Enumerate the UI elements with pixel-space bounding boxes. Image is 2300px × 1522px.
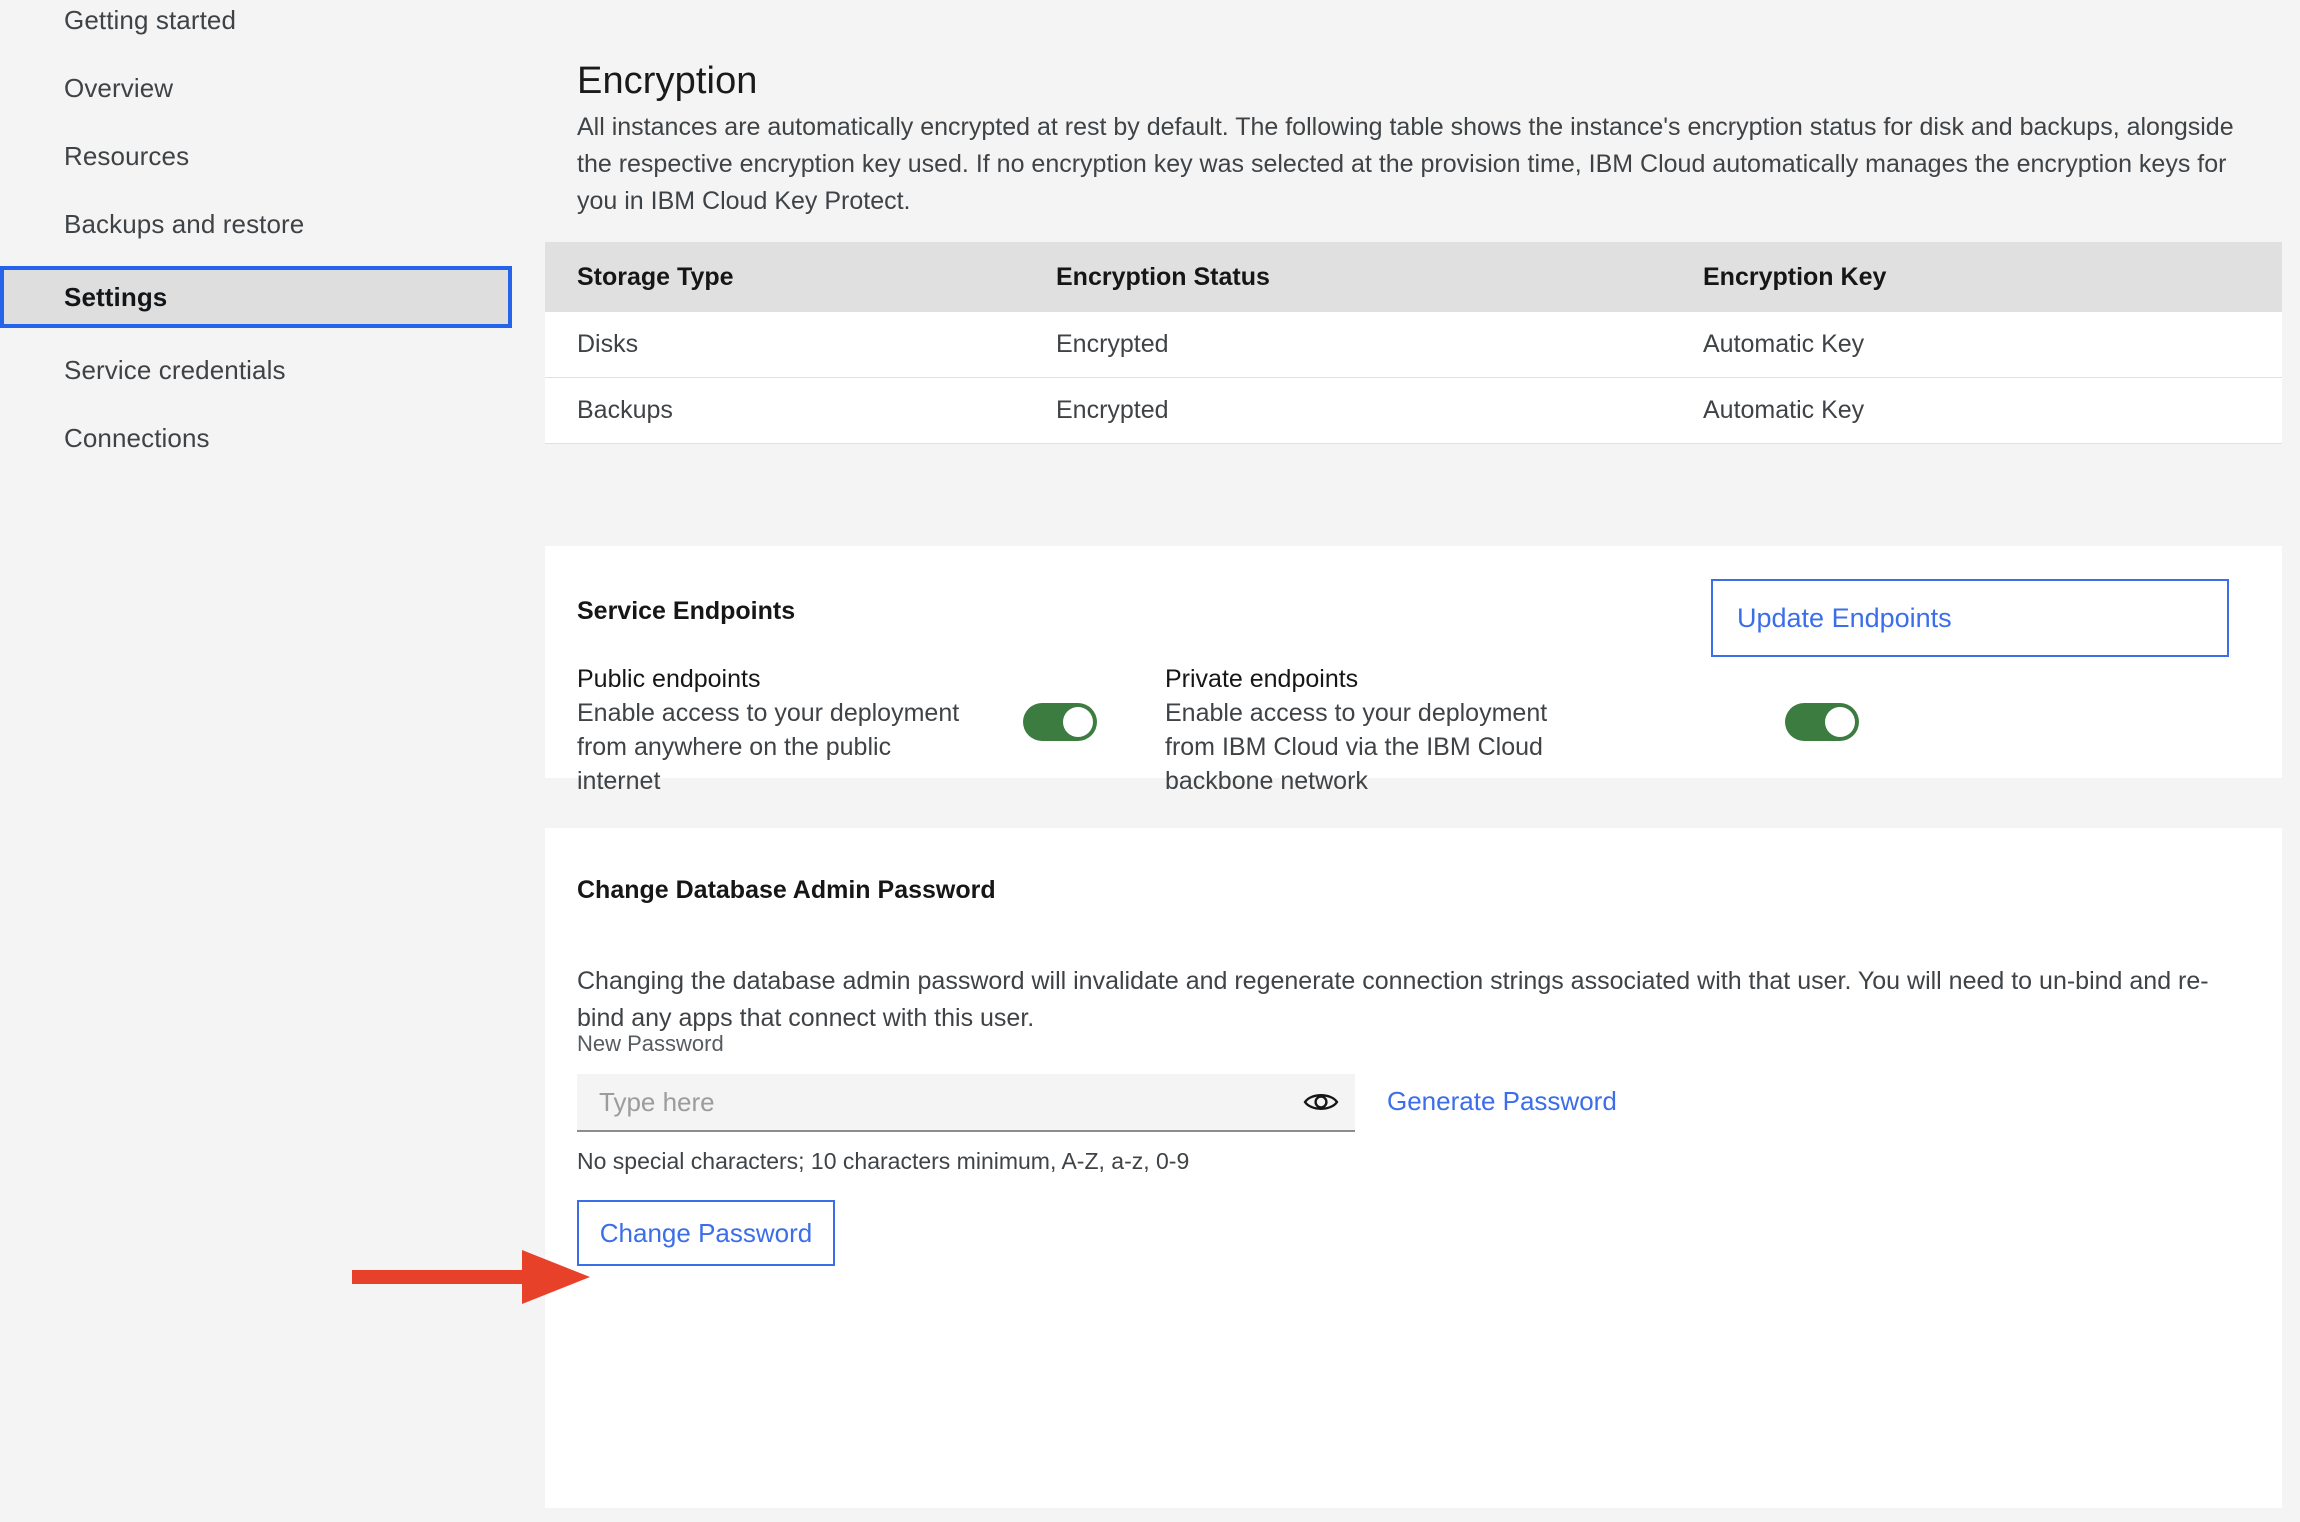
table-row: Backups Encrypted Automatic Key bbox=[545, 378, 2282, 444]
service-endpoints-title: Service Endpoints bbox=[577, 597, 796, 625]
cell-encryption-key: Automatic Key bbox=[1703, 330, 1865, 358]
sidebar-item-overview[interactable]: Overview bbox=[0, 68, 512, 108]
toggle-knob bbox=[1063, 707, 1093, 737]
column-header-encryption-key: Encryption Key bbox=[1703, 262, 1887, 291]
change-password-button[interactable]: Change Password bbox=[577, 1200, 835, 1266]
public-endpoints-description: Enable access to your deployment from an… bbox=[577, 699, 960, 795]
change-password-card: Change Database Admin Password Changing … bbox=[545, 828, 2282, 1508]
update-endpoints-button[interactable]: Update Endpoints bbox=[1711, 579, 2229, 657]
column-header-storage-type: Storage Type bbox=[577, 262, 734, 291]
new-password-label: New Password bbox=[577, 1031, 724, 1056]
page-title: Encryption bbox=[577, 60, 758, 103]
sidebar-item-label: Backups and restore bbox=[64, 208, 305, 239]
private-endpoints-description: Enable access to your deployment from IB… bbox=[1165, 699, 1548, 795]
table-header-row: Storage Type Encryption Status Encryptio… bbox=[545, 242, 2282, 312]
column-header-encryption-status: Encryption Status bbox=[1056, 262, 1270, 291]
sidebar-item-backups-and-restore[interactable]: Backups and restore bbox=[0, 204, 512, 244]
service-endpoints-card: Service Endpoints Update Endpoints Publi… bbox=[545, 546, 2282, 795]
password-help-text: No special characters; 10 characters min… bbox=[577, 1148, 1190, 1174]
private-endpoints-label: Private endpoints bbox=[1165, 665, 1359, 693]
public-endpoints-toggle[interactable] bbox=[1023, 703, 1097, 741]
sidebar-item-settings[interactable]: Settings bbox=[0, 266, 512, 328]
sidebar-item-resources[interactable]: Resources bbox=[0, 136, 512, 176]
sidebar-item-getting-started[interactable]: Getting started bbox=[0, 0, 512, 40]
public-endpoints-block: Public endpoints Enable access to your d… bbox=[577, 662, 977, 798]
sidebar-nav: Getting started Overview Resources Backu… bbox=[0, 0, 545, 1522]
change-password-title: Change Database Admin Password bbox=[577, 876, 996, 904]
cell-encryption-status: Encrypted bbox=[1056, 396, 1169, 424]
password-input[interactable] bbox=[577, 1074, 1277, 1130]
cell-storage-type: Disks bbox=[577, 330, 639, 358]
public-endpoints-label: Public endpoints bbox=[577, 665, 761, 693]
cell-storage-type: Backups bbox=[577, 396, 673, 424]
sidebar-item-label: Overview bbox=[64, 72, 174, 103]
encryption-table: Storage Type Encryption Status Encryptio… bbox=[545, 242, 2282, 444]
password-input-wrapper bbox=[577, 1074, 1355, 1132]
table-row: Disks Encrypted Automatic Key bbox=[545, 312, 2282, 378]
cell-encryption-key: Automatic Key bbox=[1703, 396, 1865, 424]
sidebar-item-connections[interactable]: Connections bbox=[0, 418, 512, 458]
private-endpoints-block: Private endpoints Enable access to your … bbox=[1165, 662, 1585, 798]
sidebar-item-label: Service credentials bbox=[64, 354, 286, 385]
private-endpoints-toggle[interactable] bbox=[1785, 703, 1859, 741]
main-content: Encryption All instances are automatical… bbox=[545, 0, 2300, 1522]
eye-icon[interactable] bbox=[1303, 1086, 1339, 1118]
sidebar-item-service-credentials[interactable]: Service credentials bbox=[0, 350, 512, 390]
sidebar-item-label: Resources bbox=[64, 140, 190, 171]
settings-page: Getting started Overview Resources Backu… bbox=[0, 0, 2300, 1522]
toggle-knob bbox=[1825, 707, 1855, 737]
cell-encryption-status: Encrypted bbox=[1056, 330, 1169, 358]
change-password-description: Changing the database admin password wil… bbox=[577, 967, 2209, 1032]
sidebar-item-label: Connections bbox=[64, 422, 210, 453]
sidebar-item-label: Settings bbox=[64, 281, 168, 312]
encryption-description: All instances are automatically encrypte… bbox=[577, 113, 2234, 215]
sidebar-item-label: Getting started bbox=[64, 4, 237, 35]
generate-password-link[interactable]: Generate Password bbox=[1387, 1086, 1617, 1117]
